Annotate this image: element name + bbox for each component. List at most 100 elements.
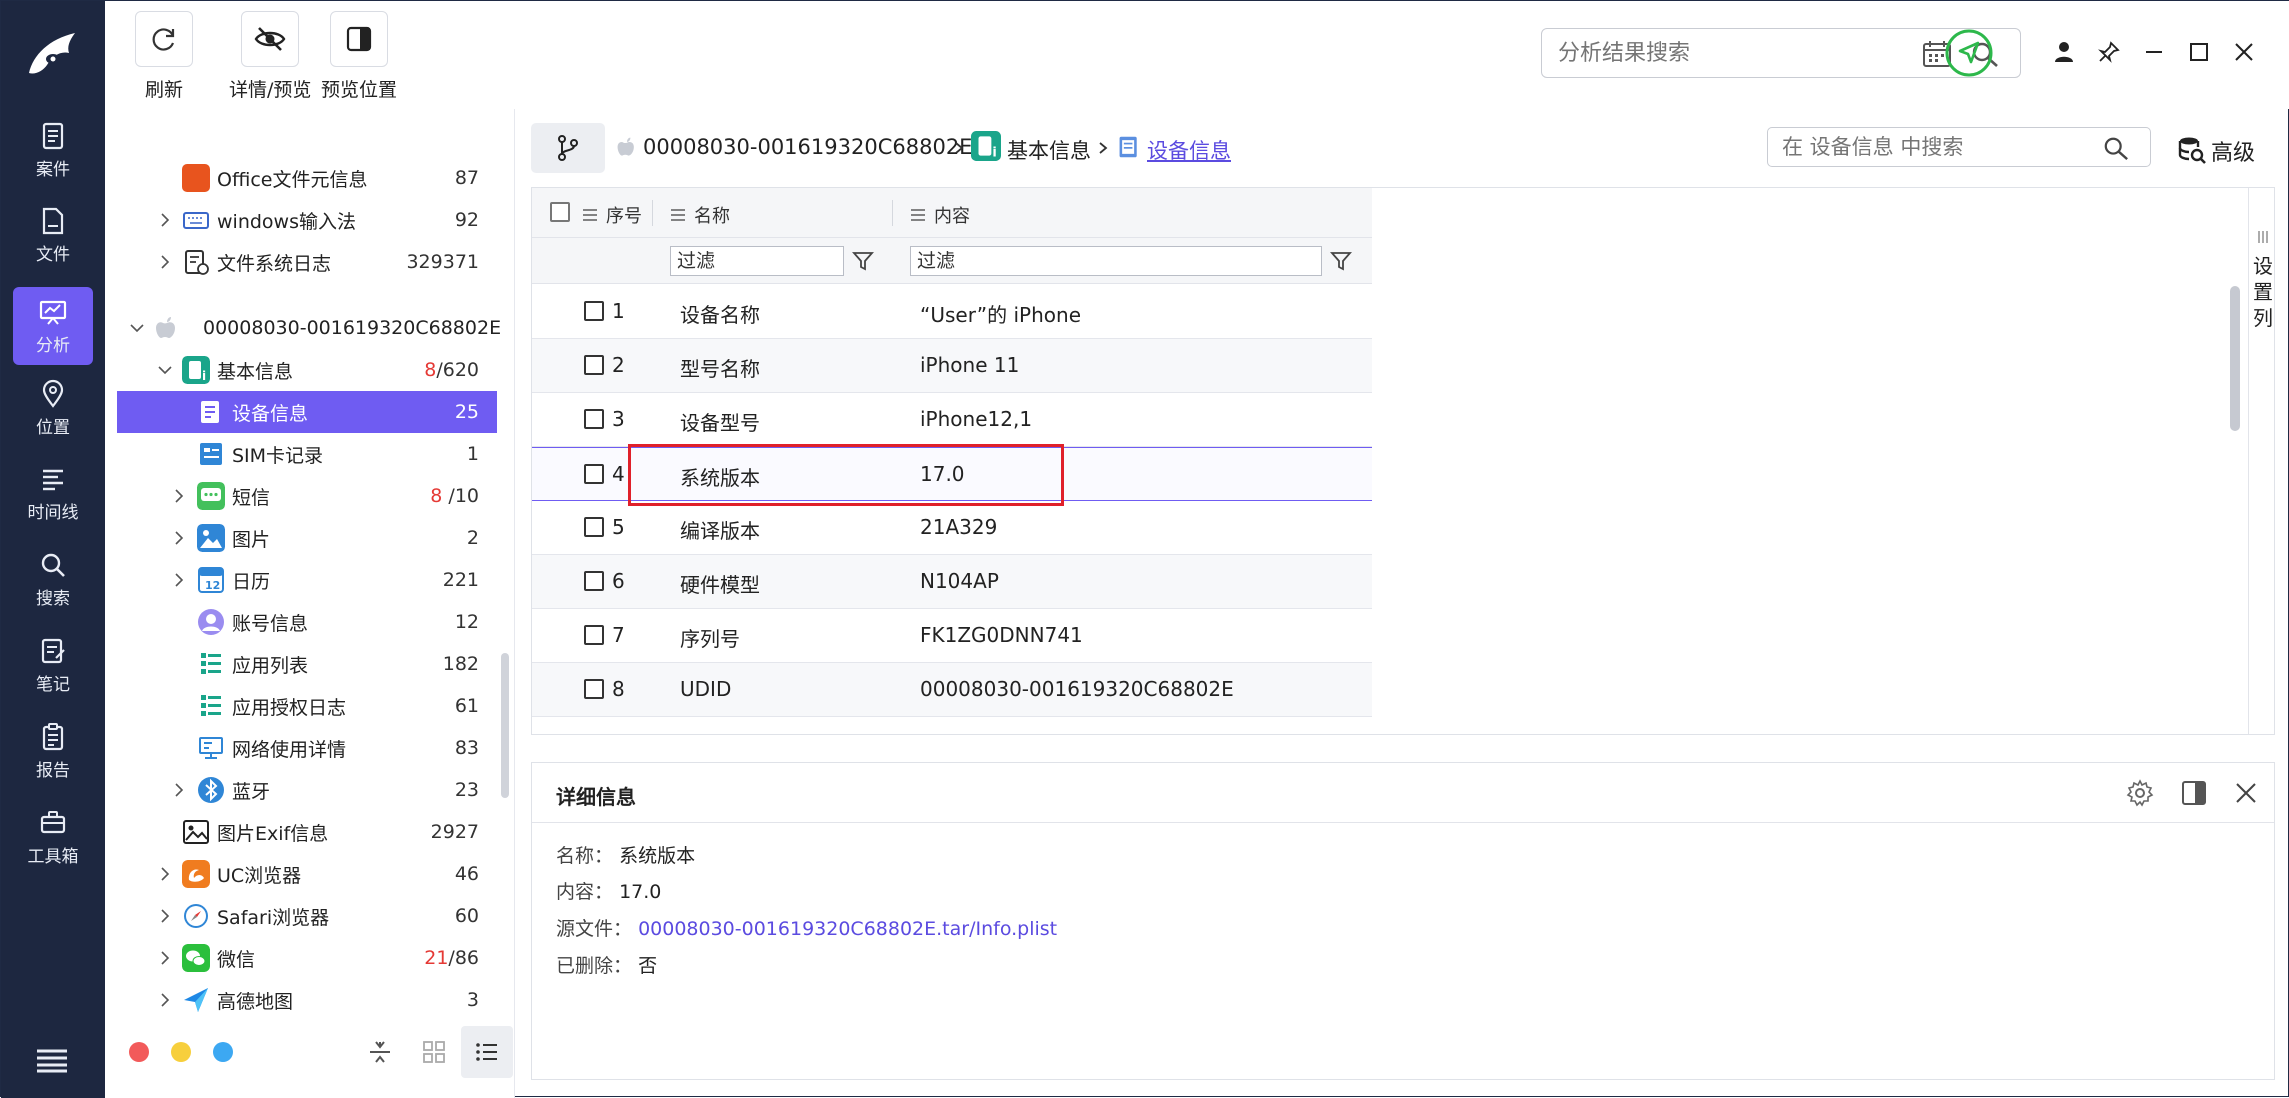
in-section-search-box[interactable] bbox=[1767, 127, 2151, 167]
row-checkbox[interactable] bbox=[584, 301, 604, 321]
pin-icon[interactable] bbox=[2094, 37, 2124, 67]
tree-item-uc-browser[interactable]: UC浏览器 46 bbox=[117, 853, 497, 895]
detail-preview-button[interactable]: 详情/预览 bbox=[229, 11, 311, 102]
grid-view-icon[interactable] bbox=[421, 1039, 447, 1065]
chevron-right-icon[interactable] bbox=[157, 254, 173, 270]
branch-button[interactable] bbox=[531, 123, 605, 173]
table-row[interactable]: 8 UDID 00008030-001619320C68802E bbox=[532, 663, 1372, 717]
column-divider[interactable] bbox=[652, 200, 653, 226]
chevron-right-icon[interactable] bbox=[157, 992, 173, 1008]
chevron-right-icon[interactable] bbox=[171, 530, 187, 546]
tree-item-fs-log[interactable]: 文件系统日志 329371 bbox=[117, 241, 497, 283]
settings-gear-icon[interactable] bbox=[2126, 779, 2154, 807]
user-icon[interactable] bbox=[2049, 37, 2079, 67]
nav-analysis[interactable]: 分析 bbox=[13, 287, 93, 365]
nav-file[interactable]: 文件 bbox=[13, 196, 93, 274]
select-all-checkbox[interactable] bbox=[550, 202, 570, 222]
table-row[interactable]: 6 硬件模型 N104AP bbox=[532, 555, 1372, 609]
tree-item-app-auth-log[interactable]: 应用授权日志 61 bbox=[117, 685, 497, 727]
tree-item-bluetooth[interactable]: 蓝牙 23 bbox=[117, 769, 497, 811]
nav-timeline[interactable]: 时间线 bbox=[13, 454, 93, 532]
content-filter-input[interactable]: 过滤 bbox=[910, 246, 1322, 276]
blue-tag-dot[interactable] bbox=[213, 1042, 233, 1062]
chevron-right-icon[interactable] bbox=[171, 488, 187, 504]
chevron-right-icon[interactable] bbox=[157, 866, 173, 882]
tree-item-windows-ime[interactable]: windows输入法 92 bbox=[117, 199, 497, 241]
preview-position-button[interactable]: 预览位置 bbox=[321, 11, 397, 102]
row-checkbox[interactable] bbox=[584, 355, 604, 375]
tree-item-app-list[interactable]: 应用列表 182 bbox=[117, 643, 497, 685]
column-header-index[interactable]: 序号 bbox=[582, 202, 642, 228]
list-view-button[interactable] bbox=[461, 1026, 513, 1078]
refresh-button[interactable]: 刷新 bbox=[135, 11, 193, 102]
row-checkbox[interactable] bbox=[584, 409, 604, 429]
tree-item-device-info[interactable]: 设备信息 25 bbox=[117, 391, 497, 433]
tree-item-sms[interactable]: 短信 8 /10 bbox=[117, 475, 497, 517]
tree-item-office[interactable]: Office文件元信息 87 bbox=[117, 157, 497, 199]
chevron-right-icon[interactable] bbox=[157, 908, 173, 924]
tree-item-accounts[interactable]: 账号信息 12 bbox=[117, 601, 497, 643]
tree-item-basic-info[interactable]: i 基本信息 8/620 bbox=[117, 349, 497, 391]
advanced-search-button[interactable]: 高级 bbox=[2177, 131, 2267, 167]
minimize-icon[interactable] bbox=[2139, 37, 2169, 67]
maximize-icon[interactable] bbox=[2184, 37, 2214, 67]
analysis-search-input[interactable] bbox=[1558, 40, 1918, 66]
table-scrollbar[interactable] bbox=[2230, 286, 2240, 431]
tree-scrollbar[interactable] bbox=[501, 653, 509, 798]
chevron-right-icon[interactable] bbox=[171, 572, 187, 588]
filter-icon[interactable] bbox=[1330, 250, 1352, 272]
close-icon[interactable] bbox=[2229, 37, 2259, 67]
chevron-right-icon[interactable] bbox=[157, 950, 173, 966]
collapse-all-icon[interactable] bbox=[367, 1039, 393, 1065]
tree-item-sim[interactable]: SIM卡记录 1 bbox=[117, 433, 497, 475]
row-checkbox[interactable] bbox=[584, 464, 604, 484]
column-header-name[interactable]: 名称 bbox=[670, 202, 730, 228]
hamburger-menu-icon[interactable] bbox=[35, 1047, 69, 1073]
tree-item-amap[interactable]: 高德地图 3 bbox=[117, 979, 497, 1021]
nav-report-label: 报告 bbox=[36, 760, 70, 781]
detail-source-link[interactable]: 00008030-001619320C68802E.tar/Info.plist bbox=[638, 918, 1057, 940]
table-row[interactable]: 2 型号名称 iPhone 11 bbox=[532, 339, 1372, 393]
row-checkbox[interactable] bbox=[584, 517, 604, 537]
tree-item-safari[interactable]: Safari浏览器 60 bbox=[117, 895, 497, 937]
search-icon[interactable] bbox=[2102, 135, 2130, 161]
tree-item-exif[interactable]: 图片Exif信息 2927 bbox=[117, 811, 497, 853]
chevron-right-icon[interactable] bbox=[171, 782, 187, 798]
nav-toolbox[interactable]: 工具箱 bbox=[13, 798, 93, 876]
in-section-search-input[interactable] bbox=[1782, 135, 2082, 159]
tree-item-images[interactable]: 图片 2 bbox=[117, 517, 497, 559]
column-divider[interactable] bbox=[892, 200, 893, 226]
breadcrumb-current[interactable]: 设备信息 bbox=[1147, 135, 1231, 165]
name-filter-input[interactable]: 过滤 bbox=[670, 246, 844, 276]
nav-report[interactable]: 报告 bbox=[13, 712, 93, 790]
yellow-tag-dot[interactable] bbox=[171, 1042, 191, 1062]
row-checkbox[interactable] bbox=[584, 625, 604, 645]
table-row[interactable]: 3 设备型号 iPhone12,1 bbox=[532, 393, 1372, 447]
split-panel-icon[interactable] bbox=[2180, 779, 2208, 807]
tree-item-network-usage[interactable]: 网络使用详情 83 bbox=[117, 727, 497, 769]
table-row[interactable]: 5 编译版本 21A329 bbox=[532, 501, 1372, 555]
nav-case[interactable]: 案件 bbox=[13, 111, 93, 189]
send-status-icon[interactable] bbox=[1943, 27, 1995, 79]
table-row[interactable]: 7 序列号 FK1ZG0DNN741 bbox=[532, 609, 1372, 663]
tree-item-device[interactable]: 00008030-001619320C68802E bbox=[117, 307, 501, 349]
nav-note[interactable]: 笔记 bbox=[13, 626, 93, 704]
nav-location[interactable]: 位置 bbox=[13, 369, 93, 447]
set-columns-button[interactable]: 设 置 列 bbox=[2248, 188, 2276, 734]
column-header-content[interactable]: 内容 bbox=[910, 202, 970, 228]
nav-search[interactable]: 搜索 bbox=[13, 540, 93, 618]
red-tag-dot[interactable] bbox=[129, 1042, 149, 1062]
row-checkbox[interactable] bbox=[584, 679, 604, 699]
table-row[interactable]: 1 设备名称 “User”的 iPhone bbox=[532, 285, 1372, 339]
chevron-down-icon[interactable] bbox=[129, 320, 145, 336]
close-icon[interactable] bbox=[2234, 781, 2258, 805]
chevron-right-icon[interactable] bbox=[157, 212, 173, 228]
row-checkbox[interactable] bbox=[584, 571, 604, 591]
breadcrumb-basic-info[interactable]: 基本信息 bbox=[1007, 135, 1091, 165]
detail-name-key: 名称： bbox=[556, 845, 614, 867]
filter-icon[interactable] bbox=[852, 250, 874, 272]
tree-item-calendar[interactable]: 12 日历 221 bbox=[117, 559, 497, 601]
chevron-down-icon[interactable] bbox=[157, 362, 173, 378]
tree-item-wechat[interactable]: 微信 21/86 bbox=[117, 937, 497, 979]
breadcrumb-device[interactable]: 00008030-001619320C68802E bbox=[643, 135, 972, 159]
